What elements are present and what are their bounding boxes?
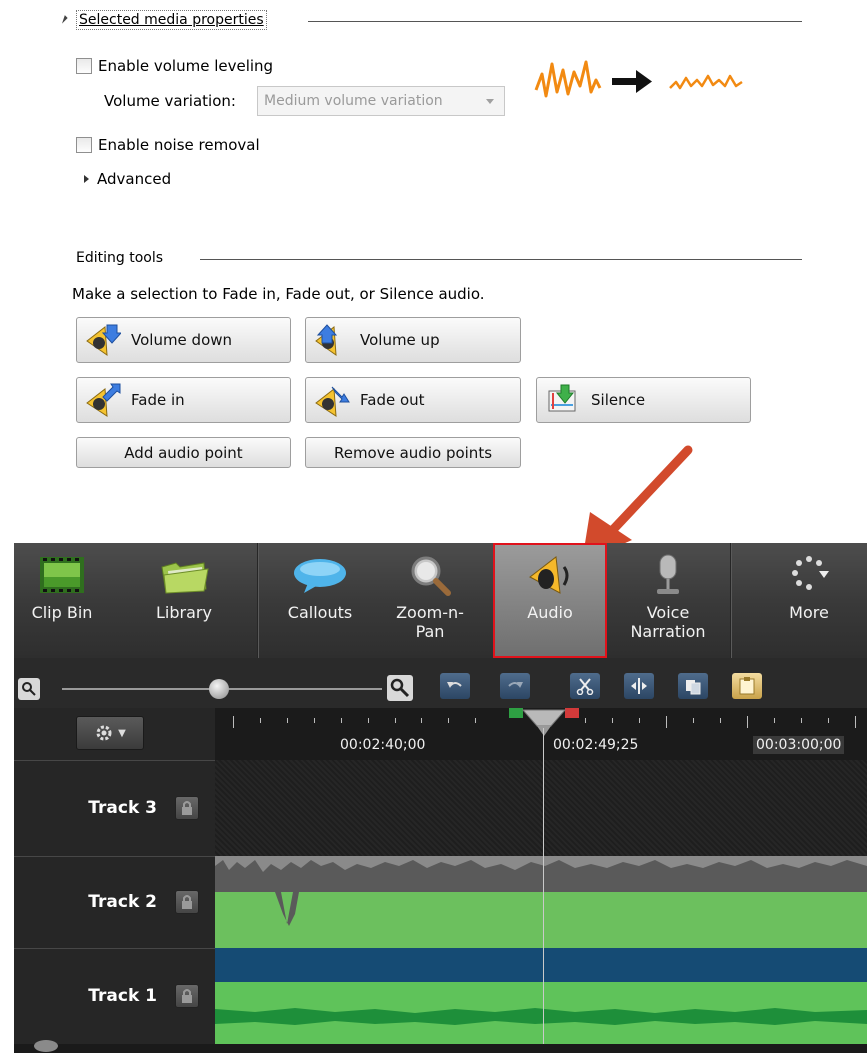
track-3-header[interactable]: Track 3 [14, 760, 215, 856]
remove-audio-points-button[interactable]: Remove audio points [305, 437, 521, 468]
track-3-lane[interactable] [215, 760, 867, 856]
film-icon [40, 557, 84, 593]
split-button[interactable] [624, 673, 654, 699]
scissors-icon [576, 678, 594, 695]
add-audio-point-button[interactable]: Add audio point [76, 437, 291, 468]
toolbar-separator [730, 543, 731, 658]
cut-button[interactable] [570, 673, 600, 699]
volume-up-button[interactable]: Volume up [305, 317, 521, 363]
paste-button[interactable] [732, 673, 762, 699]
undo-icon [447, 682, 462, 688]
copy-button[interactable] [678, 673, 708, 699]
noise-removal-checkbox[interactable] [76, 137, 92, 153]
track-1-audio-clip[interactable] [215, 982, 867, 1044]
volume-variation-label: Volume variation: [104, 92, 236, 110]
tab-audio[interactable]: Audio [495, 543, 605, 658]
volume-variation-select[interactable]: Medium volume variation [257, 86, 505, 116]
zoom-in-icon[interactable] [387, 675, 413, 701]
expand-triangle-icon [84, 175, 89, 183]
playhead-time-label: 00:02:49;25 [553, 737, 639, 753]
track-1-video-band[interactable] [215, 948, 867, 982]
playhead-handle[interactable] [505, 708, 585, 738]
track-2-label: Track 2 [88, 892, 157, 912]
task-toolbar: Clip Bin Library Callouts Zoom-n-Pan Aud… [14, 543, 867, 658]
volume-variation-value: Medium volume variation [264, 93, 443, 109]
paste-icon [739, 677, 755, 695]
volume-leveling-label: Enable volume leveling [98, 57, 274, 75]
time-label: 00:02:40;00 [340, 737, 426, 753]
tab-zoom-n-pan[interactable]: Zoom-n-Pan [388, 543, 472, 658]
zoom-out-icon[interactable] [18, 678, 40, 700]
track-1-header[interactable]: Track 1 [14, 948, 215, 1044]
lock-icon[interactable] [175, 796, 199, 820]
volume-up-icon [315, 324, 338, 357]
noise-removal-label: Enable noise removal [98, 136, 260, 154]
section-divider [200, 259, 802, 260]
arrow-right-icon [612, 70, 652, 93]
tab-more[interactable]: More [764, 543, 854, 658]
timeline-scrollbar[interactable] [14, 1040, 867, 1053]
fade-in-icon [86, 383, 121, 417]
lock-icon[interactable] [175, 984, 199, 1008]
scroll-knob[interactable] [34, 1040, 58, 1052]
tab-callouts[interactable]: Callouts [278, 543, 362, 658]
lock-icon[interactable] [175, 890, 199, 914]
tab-library[interactable]: Library [144, 543, 224, 658]
volume-down-icon [86, 324, 121, 357]
playhead-line [543, 728, 544, 1053]
in-marker [509, 708, 523, 718]
track-1-label: Track 1 [88, 986, 157, 1006]
editing-tools-header: Editing tools [76, 250, 164, 266]
time-label: 00:03:00;00 [753, 736, 845, 754]
undo-button[interactable] [440, 673, 470, 699]
collapse-triangle-icon[interactable] [56, 12, 68, 24]
dropdown-arrow-icon [486, 99, 494, 104]
editing-tools-description: Make a selection to Fade in, Fade out, o… [72, 285, 485, 303]
track-options-button[interactable]: ▼ [76, 716, 144, 750]
toolbar-separator [257, 543, 258, 658]
folder-icon [161, 562, 209, 594]
split-icon [631, 678, 647, 694]
tab-clip-bin[interactable]: Clip Bin [22, 543, 102, 658]
out-marker [565, 708, 579, 718]
fade-out-icon [315, 386, 350, 417]
timeline-controls [14, 658, 867, 708]
advanced-label: Advanced [97, 170, 172, 188]
section-divider [308, 21, 802, 22]
tab-voice-narration[interactable]: Voice Narration [618, 543, 718, 658]
silence-button[interactable]: Silence [536, 377, 751, 423]
gear-icon [96, 725, 112, 741]
speech-bubble-icon [294, 559, 346, 593]
redo-button[interactable] [500, 673, 530, 699]
volume-leveling-row[interactable]: Enable volume leveling [76, 57, 273, 75]
magnifier-icon [411, 556, 451, 596]
track-2-header[interactable]: Track 2 [14, 856, 215, 948]
speaker-icon [529, 556, 569, 594]
volume-leveling-checkbox[interactable] [76, 58, 92, 74]
fade-out-button[interactable]: Fade out [305, 377, 521, 423]
silence-icon [548, 384, 576, 412]
selected-media-properties-header[interactable]: Selected media properties [76, 10, 267, 30]
chevron-down-icon: ▼ [118, 727, 126, 739]
noise-removal-row[interactable]: Enable noise removal [76, 136, 260, 154]
redo-icon [508, 682, 523, 688]
track-3-label: Track 3 [88, 798, 157, 818]
microphone-icon [657, 554, 679, 594]
copy-icon [686, 680, 701, 695]
advanced-expander[interactable]: Advanced [84, 170, 171, 188]
fade-in-button[interactable]: Fade in [76, 377, 291, 423]
timeline-ruler[interactable]: 00:02:40;00 00:02:49;25 00:03:00;00 [215, 708, 867, 760]
zoom-slider-knob[interactable] [209, 679, 229, 699]
more-icon [792, 556, 829, 590]
volume-leveling-illustration [534, 60, 743, 98]
volume-down-button[interactable]: Volume down [76, 317, 291, 363]
track-2-audio-clip[interactable] [215, 892, 867, 948]
